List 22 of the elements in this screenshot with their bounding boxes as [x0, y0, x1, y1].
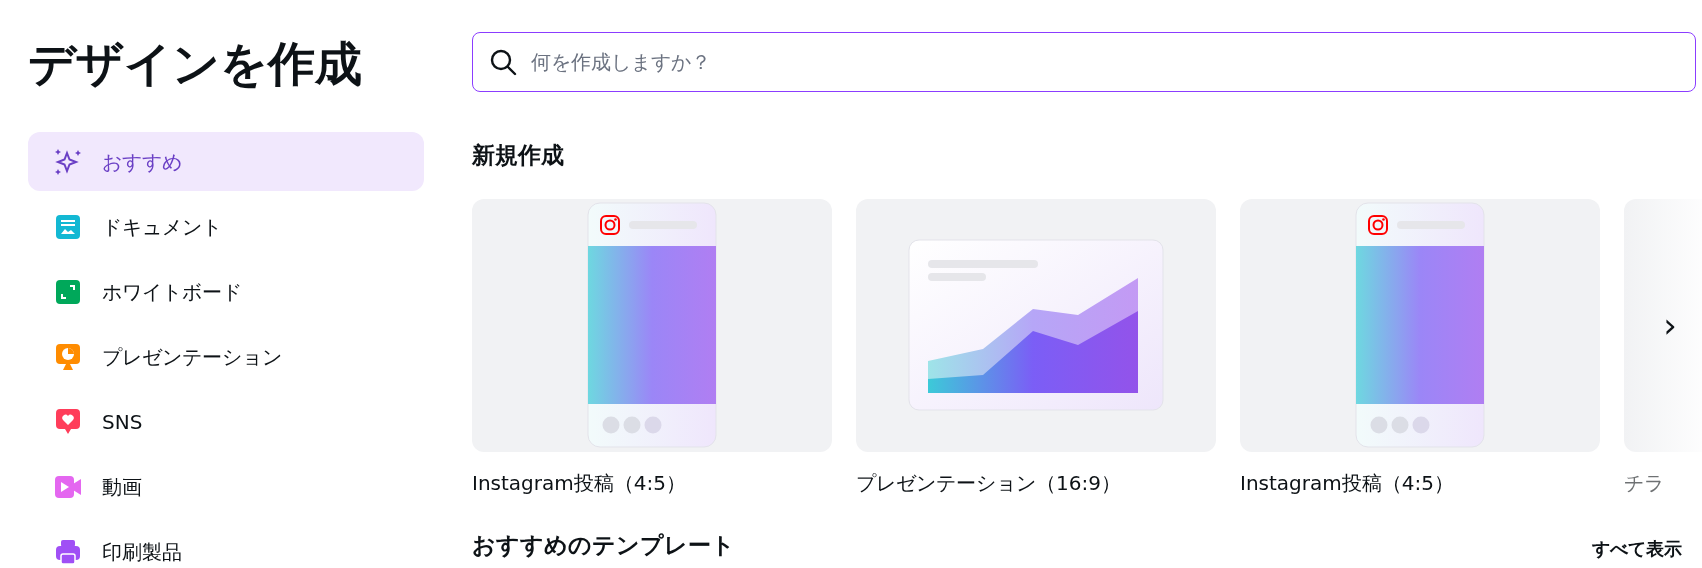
sidebar-item[interactable]: 動画: [28, 457, 424, 516]
card-label: Instagram投稿（4:5）: [472, 469, 687, 497]
sidebar-item[interactable]: SNS: [28, 392, 424, 451]
sidebar-item[interactable]: おすすめ: [28, 132, 424, 191]
sidebar-item[interactable]: プレゼンテーション: [28, 327, 424, 386]
section-heading: おすすめのテンプレート: [472, 530, 735, 560]
card-label: チラ: [1624, 469, 1665, 497]
design-card[interactable]: [1240, 198, 1600, 452]
card-label: Instagram投稿（4:5）: [1240, 469, 1455, 497]
sidebar-item[interactable]: ホワイトボード: [28, 262, 424, 321]
sidebar-item[interactable]: 印刷製品: [28, 522, 424, 568]
search-field[interactable]: 何を作成しますか？: [472, 32, 1696, 92]
see-all-link[interactable]: すべて表示: [1592, 535, 1682, 562]
design-card[interactable]: [856, 198, 1216, 452]
next-button[interactable]: ›: [1652, 298, 1688, 351]
sidebar-item[interactable]: ドキュメント: [28, 197, 424, 256]
design-card[interactable]: [472, 198, 832, 452]
section-heading: 新規作成: [472, 141, 565, 170]
search-icon: [489, 48, 517, 76]
card-label: プレゼンテーション（16:9）: [856, 469, 1122, 497]
search-input[interactable]: 何を作成しますか？: [531, 47, 1679, 77]
page-title: デザインを作成: [28, 35, 363, 93]
